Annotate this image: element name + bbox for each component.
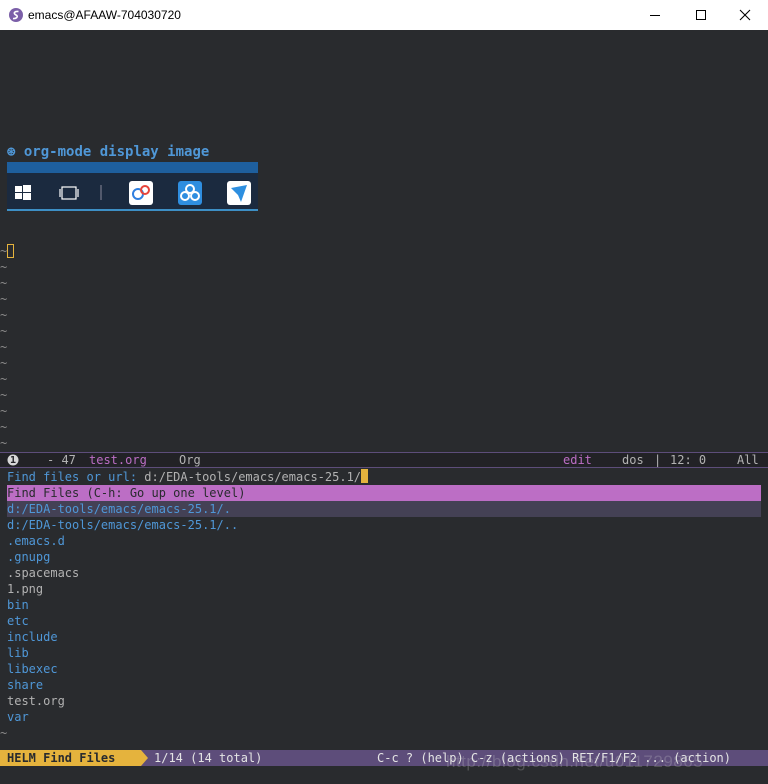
close-button[interactable] xyxy=(722,0,768,30)
modeline-position: 12: 0 xyxy=(670,453,707,467)
empty-line-tilde: ~ xyxy=(0,308,8,322)
org-bullet-icon: ⊛ xyxy=(7,144,16,160)
point-cursor xyxy=(7,244,14,258)
empty-line-tilde: ~ xyxy=(0,324,8,338)
window-title: emacs@AFAAW-704030720 xyxy=(28,8,181,22)
empty-line-tilde: ~ xyxy=(0,340,8,354)
org-heading-text: org-mode display image xyxy=(23,144,210,160)
helm-tag: HELM Find Files xyxy=(0,750,141,766)
helm-candidate[interactable]: test.org xyxy=(7,693,761,709)
helm-candidate[interactable]: share xyxy=(7,677,761,693)
helm-candidate[interactable]: .gnupg xyxy=(7,549,761,565)
modeline-buffer-name: test.org xyxy=(89,453,147,467)
helm-candidate[interactable]: include xyxy=(7,629,761,645)
empty-line-tilde: ~ xyxy=(0,420,8,434)
baidu-netdisk-icon xyxy=(129,181,153,205)
minibuffer[interactable]: Find files or url: d:/EDA-tools/emacs/em… xyxy=(7,469,369,485)
empty-line-tilde: ~ xyxy=(0,726,8,740)
helm-candidate[interactable]: .emacs.d xyxy=(7,533,761,549)
helm-candidate-count: 1/14 (14 total) xyxy=(154,751,263,765)
helm-candidate[interactable]: libexec xyxy=(7,661,761,677)
helm-candidate[interactable]: d:/EDA-tools/emacs/emacs-25.1/. xyxy=(7,501,761,517)
helm-candidate[interactable]: lib xyxy=(7,645,761,661)
window-number: 1 xyxy=(10,455,17,466)
modeline-major-mode[interactable]: Org xyxy=(179,453,201,468)
minibuffer-input[interactable]: d:/EDA-tools/emacs/emacs-25.1/ xyxy=(144,470,361,484)
minibuffer-cursor xyxy=(361,469,369,483)
org-heading[interactable]: ⊛ org-mode display image xyxy=(7,143,209,161)
window-titlebar[interactable]: emacs@AFAAW-704030720 xyxy=(0,0,768,30)
close-icon xyxy=(739,9,751,21)
helm-candidate[interactable]: 1.png xyxy=(7,581,761,597)
helm-candidate[interactable]: etc xyxy=(7,613,761,629)
minimize-icon xyxy=(650,15,660,16)
empty-line-tilde: ~ xyxy=(0,404,8,418)
modeline-evil-state: edit xyxy=(563,453,592,467)
modeline-line-info: - 47 xyxy=(47,453,76,467)
minimize-button[interactable] xyxy=(632,0,678,30)
helm-source-header: Find Files (C-h: Go up one level) xyxy=(7,485,761,501)
empty-line-tilde: ~ xyxy=(0,356,8,370)
inline-org-image xyxy=(7,162,258,211)
helm-candidate[interactable]: d:/EDA-tools/emacs/emacs-25.1/.. xyxy=(7,517,761,533)
baidu-cloud-icon xyxy=(178,181,202,205)
maximize-button[interactable] xyxy=(678,0,724,30)
modeline-scroll: All xyxy=(737,453,759,467)
maximize-icon xyxy=(696,10,706,20)
minibuffer-prompt: Find files or url: xyxy=(7,470,145,484)
empty-line-tilde: ~ xyxy=(0,276,8,290)
empty-line-tilde: ~ xyxy=(0,372,8,386)
buffer-modeline[interactable]: 1 - 47 test.org Org edit dos | 12: 0 All xyxy=(0,452,768,468)
empty-line-tilde: ~ xyxy=(0,436,8,450)
empty-line-tilde: ~ xyxy=(0,260,8,274)
empty-line-tilde: ~ xyxy=(0,292,8,306)
empty-line-tilde: ~ xyxy=(0,388,8,402)
watermark: http://blog.csdn.net/u011729865 xyxy=(446,752,704,771)
helm-candidate[interactable]: .spacemacs xyxy=(7,565,761,581)
modeline-eol: dos xyxy=(622,453,644,467)
emacs-icon xyxy=(9,8,23,22)
helm-candidate[interactable]: var xyxy=(7,709,761,725)
helm-tag-arrow xyxy=(141,750,148,766)
helm-candidate[interactable]: bin xyxy=(7,597,761,613)
modeline-separator: | xyxy=(654,453,662,467)
bird-app-icon xyxy=(227,181,251,205)
